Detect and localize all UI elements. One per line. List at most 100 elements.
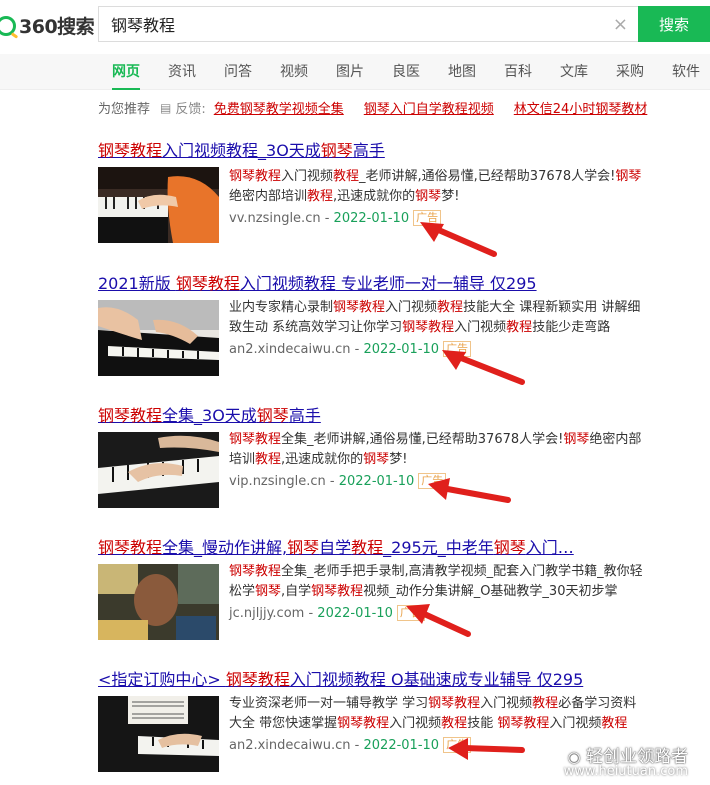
red-arrow-icon <box>448 738 525 760</box>
keyword-highlight: 教程 <box>506 320 533 335</box>
text-segment: 专业资深老师一对一辅导教学 学习 <box>229 696 429 711</box>
text-segment: <指定订购中心> <box>98 670 226 689</box>
text-segment: 高手 <box>288 406 321 425</box>
tab-web[interactable]: 网页 <box>112 54 140 90</box>
keyword-highlight: 钢琴教程 <box>229 564 282 579</box>
recommend-label: 为您推荐 <box>98 102 151 117</box>
tab-images[interactable]: 图片 <box>336 54 364 90</box>
feedback-icon[interactable]: ▤ <box>160 101 171 115</box>
red-arrow-icon <box>428 478 511 503</box>
clear-icon[interactable]: × <box>613 14 628 35</box>
text-segment: 入门… <box>525 538 574 557</box>
result-thumbnail[interactable] <box>98 167 219 243</box>
result-thumbnail[interactable] <box>98 564 219 640</box>
keyword-highlight: 钢琴 <box>493 538 526 557</box>
result-title[interactable]: 钢琴教程全集_慢动作讲解,钢琴自学教程_295元_中老年钢琴入门… <box>98 534 668 558</box>
keyword-highlight: 钢琴 <box>255 584 282 599</box>
logo-text: 360搜索 <box>19 16 95 38</box>
result-date: 2022-01-10 <box>338 474 415 489</box>
result-url[interactable]: jc.njljjy.com <box>229 606 304 621</box>
result-url[interactable]: vv.nzsingle.cn <box>229 211 321 226</box>
tab-software[interactable]: 软件 <box>672 54 700 90</box>
result-desc-wrap: 业内专家精心录制钢琴教程入门视频教程技能大全 课程新颖实用 讲解细致生动 系统高… <box>229 298 649 360</box>
text-segment: 视频_动作分集讲解_O基础教学_30天初步掌 <box>363 584 618 599</box>
text-segment: 梦! <box>389 452 408 467</box>
feedback-label[interactable]: 反馈: <box>175 98 205 117</box>
red-arrow-icon <box>442 350 525 385</box>
tab-map[interactable]: 地图 <box>448 54 476 90</box>
tab-doctor[interactable]: 良医 <box>392 54 420 90</box>
keyword-highlight: 钢琴教程 <box>428 696 481 711</box>
result-description: 钢琴教程全集_老师讲解,通俗易懂,已经帮助37678人学会!钢琴绝密内部培训教程… <box>229 430 649 470</box>
result-thumbnail[interactable] <box>98 300 219 376</box>
result-title[interactable]: 钢琴教程全集_3O天成钢琴高手 <box>98 402 668 426</box>
result-url[interactable]: vip.nzsingle.cn <box>229 474 326 489</box>
recommend-link[interactable]: 免费钢琴教学视频全集 <box>214 98 344 117</box>
keyword-highlight: 钢琴教程 <box>229 169 282 184</box>
text-segment: 高手 <box>352 141 385 160</box>
text-segment: ,迅速成就你的 <box>281 452 364 467</box>
text-segment: 自学 <box>319 538 352 557</box>
text-segment: _295元_中老年 <box>383 538 494 557</box>
result-date: 2022-01-10 <box>317 606 393 621</box>
recommend-link[interactable]: 林文信24小时钢琴教材 <box>514 98 648 117</box>
text-segment: 梦! <box>441 189 460 204</box>
red-arrow-icon <box>406 604 471 637</box>
result-meta: an2.xindecaiwu.cn - 2022-01-10广告 <box>229 340 649 360</box>
text-segment: O基础速成专业辅导 仅295 <box>385 670 584 689</box>
result-description: 钢琴教程入门视频教程_老师讲解,通俗易懂,已经帮助37678人学会!钢琴绝密内部… <box>229 167 649 207</box>
recommend-link[interactable]: 钢琴入门自学教程视频 <box>364 98 494 117</box>
text-segment: 入门视频 <box>480 696 533 711</box>
search-input[interactable] <box>99 7 589 41</box>
keyword-highlight: 钢琴教程 <box>402 320 455 335</box>
text-segment: 入门视频教程 <box>289 670 386 689</box>
keyword-highlight: 钢琴教程 <box>98 406 163 425</box>
keyword-highlight: 钢琴教程 <box>225 670 290 689</box>
search-box: × <box>98 6 638 42</box>
keyword-highlight: 钢琴教程 <box>337 716 390 731</box>
result-body <box>98 564 219 640</box>
keyword-highlight: 钢琴教程 <box>333 300 386 315</box>
result-title[interactable]: <指定订购中心> 钢琴教程入门视频教程 O基础速成专业辅导 仅295 <box>98 666 668 690</box>
nav-tabs: 网页 资讯 问答 视频 图片 良医 地图 百科 文库 采购 软件 <box>0 54 710 90</box>
text-segment: 全集_老师讲解,通俗易懂,已经帮助37678人学会! <box>281 432 564 447</box>
result-url[interactable]: an2.xindecaiwu.cn <box>229 342 351 357</box>
text-segment: 入门视频 <box>549 716 602 731</box>
keyword-highlight: 钢琴 <box>563 432 590 447</box>
result-date: 2022-01-10 <box>333 211 410 226</box>
tab-video[interactable]: 视频 <box>280 54 308 90</box>
tab-purchase[interactable]: 采购 <box>616 54 644 90</box>
result-description: 业内专家精心录制钢琴教程入门视频教程技能大全 课程新颖实用 讲解细致生动 系统高… <box>229 298 649 338</box>
result-thumbnail[interactable] <box>98 696 219 772</box>
text-segment: 入门视频教程 <box>239 274 336 293</box>
result-thumbnail[interactable] <box>98 432 219 508</box>
tab-library[interactable]: 文库 <box>560 54 588 90</box>
keyword-highlight: 钢琴 <box>363 452 390 467</box>
search-result: 钢琴教程全集_慢动作讲解,钢琴自学教程_295元_中老年钢琴入门… 钢琴教程全集… <box>98 534 668 640</box>
tab-news[interactable]: 资讯 <box>168 54 196 90</box>
keyword-highlight: 钢琴教程 <box>229 432 282 447</box>
text-segment: _老师讲解,通俗易懂,已经帮助37678人学会! <box>359 169 616 184</box>
keyword-highlight: 钢琴教程 <box>175 274 240 293</box>
keyword-highlight: 钢琴 <box>615 169 642 184</box>
text-segment: 2021新版 <box>98 274 176 293</box>
search-result: <指定订购中心> 钢琴教程入门视频教程 O基础速成专业辅导 仅295 专业资深老… <box>98 666 668 772</box>
red-arrow-icon <box>420 222 497 257</box>
text-segment: 入门视频 <box>454 320 507 335</box>
text-segment: ,自学 <box>281 584 312 599</box>
search-button[interactable]: 搜索 <box>638 6 710 42</box>
keyword-highlight: 钢琴教程 <box>98 538 163 557</box>
text-segment: 入门视频 <box>389 716 442 731</box>
tab-qa[interactable]: 问答 <box>224 54 252 90</box>
result-url[interactable]: an2.xindecaiwu.cn <box>229 738 351 753</box>
text-segment: 入门视频教程_3O天成 <box>162 141 321 160</box>
keyword-highlight: 教程 <box>307 189 334 204</box>
keyword-highlight: 钢琴教程 <box>98 141 163 160</box>
keyword-highlight: 教程 <box>441 716 468 731</box>
keyword-highlight: 教程 <box>333 169 360 184</box>
tab-baike[interactable]: 百科 <box>504 54 532 90</box>
result-title[interactable]: 钢琴教程入门视频教程_3O天成钢琴高手 <box>98 137 668 161</box>
logo[interactable]: 360搜索 <box>0 12 95 39</box>
result-title[interactable]: 2021新版 钢琴教程入门视频教程 专业老师一对一辅导 仅295 <box>98 270 668 294</box>
text-segment: 全集_3O天成 <box>162 406 257 425</box>
